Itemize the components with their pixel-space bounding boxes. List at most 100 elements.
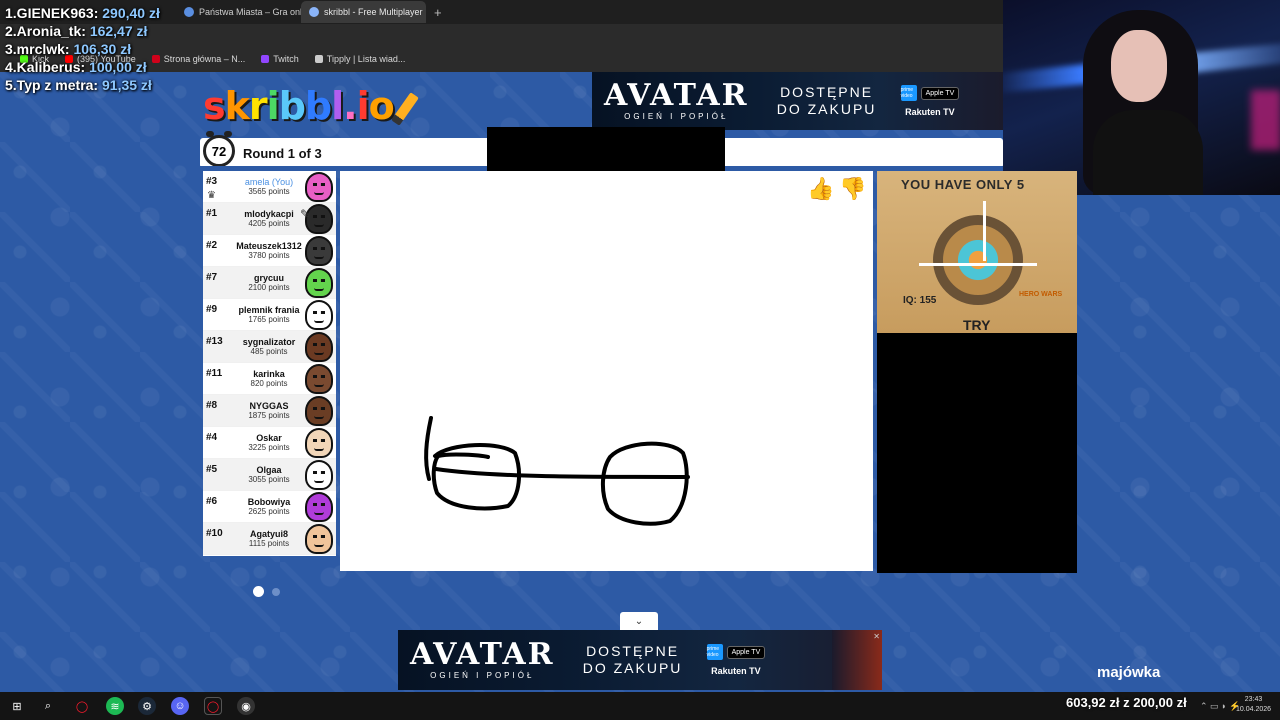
bookmark-tipply[interactable]: Tipply | Lista wiad... bbox=[314, 54, 405, 64]
player-points: 1765 points bbox=[248, 315, 290, 324]
puzzle-wheel bbox=[933, 215, 1023, 305]
drawing-strokes bbox=[424, 416, 690, 526]
avatar bbox=[305, 332, 333, 362]
player-name: grycuu bbox=[253, 273, 284, 283]
pager-dot[interactable] bbox=[272, 588, 280, 596]
avatar-ad-top[interactable]: AVATAR OGIEŃ I POPIÓŁ DOSTĘPNE DO ZAKUPU… bbox=[592, 72, 1003, 130]
avatar-ad-bottom[interactable]: AVATAR OGIEŃ I POPIÓŁ DOSTĘPNE DO ZAKUPU… bbox=[398, 630, 882, 690]
avatar bbox=[305, 396, 333, 426]
player-points: 3565 points bbox=[248, 187, 290, 196]
player-rank: #5 bbox=[206, 464, 218, 475]
player-name: Agatyui8 bbox=[249, 529, 288, 539]
donor-entry: 1.GIENEK963: 290,40 zł bbox=[5, 5, 160, 21]
avatar bbox=[305, 172, 333, 202]
player-list: #3 amela (You) 3565 points ♛ #1 mlodykacpi 420… bbox=[203, 171, 336, 556]
player-rank: #1 bbox=[206, 208, 218, 219]
player-row[interactable]: #3 amela (You) 3565 points ♛ bbox=[203, 171, 336, 203]
donor-entry: 3.mrclwk: 106,30 zł bbox=[5, 41, 132, 57]
chevron-down-icon[interactable]: ⌄ bbox=[620, 612, 658, 630]
stream-banner-text: majówka bbox=[1097, 664, 1161, 681]
player-name: sygnalizator bbox=[242, 337, 296, 347]
avatar bbox=[305, 268, 333, 298]
player-row[interactable]: #8 NYGGAS 1875 points bbox=[203, 395, 336, 427]
player-rank: #9 bbox=[206, 304, 218, 315]
windows-start-icon[interactable]: ⊞ bbox=[8, 697, 26, 715]
player-points: 3780 points bbox=[248, 251, 290, 260]
player-points: 485 points bbox=[250, 347, 288, 356]
player-points: 2625 points bbox=[248, 507, 290, 516]
tab-panstwa-miasta[interactable]: Państwa Miasta – Gra online ✕ bbox=[176, 1, 301, 23]
player-points: 1875 points bbox=[248, 411, 290, 420]
player-row[interactable]: #11 karinka 820 points bbox=[203, 363, 336, 395]
new-tab-button[interactable]: + bbox=[426, 5, 450, 20]
avatar bbox=[305, 300, 333, 330]
prime-video-icon: prime video bbox=[900, 85, 917, 101]
player-row[interactable]: #4 Oskar 3225 points bbox=[203, 427, 336, 459]
donor-entry: 2.Aronia_tk: 162,47 zł bbox=[5, 23, 148, 39]
player-row[interactable]: #5 Olgaa 3055 points bbox=[203, 459, 336, 491]
player-rank: #8 bbox=[206, 400, 218, 411]
ad-placeholder bbox=[877, 333, 1077, 573]
prime-video-icon: prime video bbox=[706, 644, 723, 660]
player-rank: #7 bbox=[206, 272, 218, 283]
spotify-icon[interactable]: ≋ bbox=[106, 697, 124, 715]
donor-entry: 5.Typ z metra: 91,35 zł bbox=[5, 77, 152, 93]
bookmark-home[interactable]: Strona główna – N... bbox=[151, 54, 245, 64]
obs-icon[interactable]: ◉ bbox=[237, 697, 255, 715]
discord-icon[interactable]: ☺ bbox=[171, 697, 189, 715]
player-row[interactable]: #6 Bobowiya 2625 points bbox=[203, 491, 336, 523]
player-row[interactable]: #2 Mateuszek1312 3780 points bbox=[203, 235, 336, 267]
close-icon[interactable]: ✕ bbox=[873, 632, 880, 641]
drawing-pencil-icon: ✎ bbox=[299, 207, 310, 221]
player-name: Bobowiya bbox=[247, 497, 291, 507]
avatar bbox=[305, 460, 333, 490]
donation-goal: 603,92 zł z 200,00 zł bbox=[1066, 695, 1187, 710]
player-name: NYGGAS bbox=[249, 401, 289, 411]
player-name: amela (You) bbox=[244, 177, 294, 187]
player-row[interactable]: #10 Agatyui8 1115 points bbox=[203, 523, 336, 555]
player-name: Mateuszek1312 bbox=[236, 241, 302, 251]
steam-icon[interactable]: ⚙ bbox=[138, 697, 156, 715]
player-points: 3225 points bbox=[248, 443, 290, 452]
player-row[interactable]: #7 grycuu 2100 points bbox=[203, 267, 336, 299]
system-tray-icons[interactable]: ⌃ ▭ ◗ ⚡ bbox=[1200, 701, 1240, 712]
avatar bbox=[305, 236, 333, 266]
player-points: 2100 points bbox=[248, 283, 290, 292]
pager-dots bbox=[253, 586, 280, 597]
player-rank: #6 bbox=[206, 496, 218, 507]
search-icon[interactable]: ⌕ bbox=[39, 697, 57, 715]
player-points: 3055 points bbox=[248, 475, 290, 484]
apple-tv-badge: Apple TV bbox=[920, 86, 960, 100]
player-row[interactable]: #9 plemnik frania 1765 points bbox=[203, 299, 336, 331]
crown-icon: ♛ bbox=[207, 190, 216, 201]
pager-dot-active[interactable] bbox=[253, 586, 264, 597]
webcam-feed bbox=[1003, 0, 1280, 195]
thumbs-up-icon[interactable]: 👍 bbox=[807, 174, 835, 204]
player-name: Olgaa bbox=[256, 465, 282, 475]
player-name: karinka bbox=[253, 369, 285, 379]
hero-wars-ad[interactable]: YOU HAVE ONLY 5 IQ: 155 HERO WARS TRY bbox=[877, 171, 1077, 333]
tipply-icon bbox=[314, 55, 323, 63]
timer-clock-icon: 72 bbox=[203, 131, 235, 167]
donor-leaderboard: 1.GIENEK963: 290,40 zł 2.Aronia_tk: 162,… bbox=[5, 4, 160, 94]
rating-buttons: 👍 👎 bbox=[807, 174, 867, 204]
player-rank: #11 bbox=[206, 368, 223, 379]
player-points: 820 points bbox=[250, 379, 288, 388]
apple-tv-badge: Apple TV bbox=[726, 645, 766, 659]
opera-icon[interactable]: ◯ bbox=[73, 697, 91, 715]
thumbs-down-icon[interactable]: 👎 bbox=[839, 174, 867, 204]
skribbl-logo: skribbl.io bbox=[203, 84, 419, 128]
twitch-icon bbox=[261, 55, 270, 63]
player-rank: #10 bbox=[206, 528, 223, 539]
player-row[interactable]: #1 mlodykacpi 4205 points ✎ bbox=[203, 203, 336, 235]
system-clock[interactable]: 23:43 10.04.2026 bbox=[1236, 695, 1271, 715]
opera-gx-icon[interactable]: ◯ bbox=[204, 697, 222, 715]
drawing-canvas[interactable] bbox=[340, 171, 873, 571]
bookmark-twitch[interactable]: Twitch bbox=[261, 54, 299, 64]
avatar bbox=[305, 492, 333, 522]
rakuten-logo: Rakuten TV bbox=[711, 666, 761, 676]
avatar bbox=[305, 524, 333, 554]
player-row[interactable]: #13 sygnalizator 485 points bbox=[203, 331, 336, 363]
tab-skribbl[interactable]: skribbl - Free Multiplayer ✕ bbox=[301, 1, 426, 23]
player-name: Oskar bbox=[256, 433, 282, 443]
